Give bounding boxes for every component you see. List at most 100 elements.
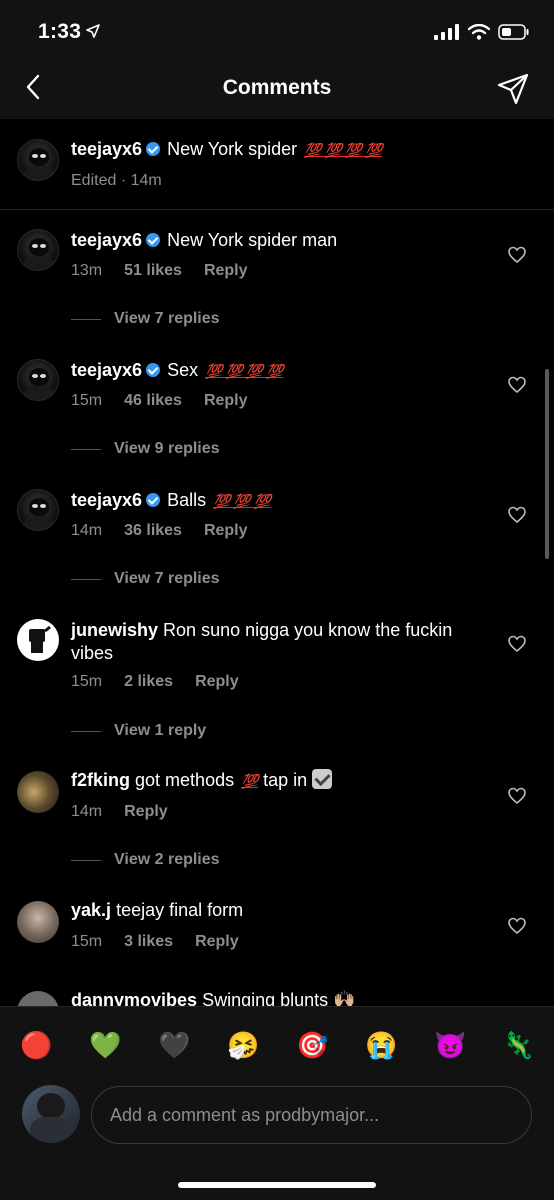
view-replies-button[interactable]: View 7 replies	[71, 310, 220, 328]
scrollbar[interactable]	[545, 369, 549, 559]
comment-input-container[interactable]	[91, 1086, 532, 1144]
comment-time: 14m	[71, 522, 103, 539]
avatar[interactable]	[17, 991, 59, 1006]
heart-icon[interactable]	[508, 787, 526, 805]
reply-button[interactable]: Reply	[195, 673, 239, 691]
emoji-smiling-devil[interactable]: 😈	[434, 1029, 466, 1061]
view-replies-button[interactable]: View 7 replies	[71, 570, 220, 588]
avatar[interactable]	[17, 139, 59, 181]
reply-button[interactable]: Reply	[124, 803, 168, 821]
comment-meta: 13m 51 likes Reply	[71, 262, 248, 280]
reply-button[interactable]: Reply	[204, 392, 248, 410]
username[interactable]: teejayx6	[71, 360, 142, 380]
comment-text: teejay final form	[116, 900, 244, 920]
view-replies-button[interactable]: View 9 replies	[71, 440, 220, 458]
reply-button[interactable]: Reply	[195, 933, 239, 951]
heart-icon[interactable]	[508, 506, 526, 524]
caption-meta: Edited · 14m	[71, 172, 162, 190]
likes-count[interactable]: 36 likes	[124, 522, 182, 540]
caption-text: teejayx6 New York spider 💯 💯 💯 💯	[71, 138, 484, 162]
likes-count[interactable]: 51 likes	[124, 262, 182, 280]
hundred-emoji: 💯 💯 💯 💯	[304, 142, 383, 158]
likes-count[interactable]: 46 likes	[124, 392, 182, 410]
view-replies-label: View 2 replies	[114, 851, 220, 868]
reply-button[interactable]: Reply	[204, 262, 248, 280]
emoji-green-heart[interactable]: 💚	[89, 1029, 121, 1061]
comment-input[interactable]	[92, 1087, 531, 1143]
emoji-red-circle[interactable]: 🔴	[20, 1029, 52, 1061]
comment-text-2: tap in	[263, 770, 308, 790]
username[interactable]: junewishy	[71, 620, 158, 640]
comment-text-line: yak.j teejay final form	[71, 899, 484, 922]
comment-text: Balls	[167, 490, 207, 510]
signal-icon	[434, 24, 459, 40]
likes-count[interactable]: 3 likes	[124, 933, 173, 951]
caption: teejayx6 New York spider 💯 💯 💯 💯 Edited …	[0, 119, 554, 210]
username[interactable]: yak.j	[71, 900, 111, 920]
avatar[interactable]	[17, 489, 59, 531]
emoji-lizard[interactable]: 🦎	[502, 1029, 534, 1061]
share-button[interactable]	[496, 72, 530, 106]
likes-count[interactable]: 2 likes	[124, 673, 173, 691]
comment-text: Sex	[167, 360, 199, 380]
comment-text-line: teejayx6 New York spider man	[71, 229, 484, 252]
avatar[interactable]	[17, 229, 59, 271]
comment-text-line: teejayx6 Balls 💯 💯 💯	[71, 489, 484, 513]
username[interactable]: teejayx6	[71, 230, 142, 250]
hundred-emoji: 💯 💯 💯	[213, 493, 271, 509]
comment-time: 13m	[71, 262, 103, 279]
status-bar: 1:33	[0, 0, 554, 62]
avatar[interactable]	[17, 619, 59, 661]
status-time: 1:33	[38, 20, 82, 43]
username[interactable]: f2fking	[71, 770, 130, 790]
view-replies-label: View 7 replies	[114, 570, 220, 587]
avatar[interactable]	[17, 771, 59, 813]
home-indicator[interactable]	[178, 1182, 376, 1188]
username[interactable]: dannymovibes	[71, 990, 197, 1006]
comment-meta: 15m 46 likes Reply	[71, 392, 248, 410]
avatar[interactable]	[17, 359, 59, 401]
emoji-crying-face[interactable]: 😭	[365, 1029, 397, 1061]
battery-icon	[498, 24, 529, 40]
comment-text: New York spider man	[167, 230, 338, 250]
verified-badge-icon	[146, 363, 161, 377]
fist-logo-icon	[18, 620, 58, 660]
comment-time: 15m	[71, 673, 103, 690]
comment-text: New York spider	[167, 139, 298, 159]
comment-time: 15m	[71, 392, 103, 409]
comment-text-line: junewishy Ron suno nigga you know the fu…	[71, 619, 484, 665]
heart-icon[interactable]	[508, 635, 526, 653]
view-replies-button[interactable]: View 1 reply	[71, 722, 206, 740]
comment-text-line: f2fking got methods 💯 tap in	[71, 769, 484, 793]
verified-badge-icon	[146, 142, 161, 156]
view-replies-label: View 9 replies	[114, 440, 220, 457]
reply-button[interactable]: Reply	[204, 522, 248, 540]
heart-icon[interactable]	[508, 246, 526, 264]
username[interactable]: teejayx6	[71, 490, 142, 510]
username[interactable]: teejayx6	[71, 139, 142, 159]
comment-meta: 15m 3 likes Reply	[71, 933, 239, 951]
header: Comments	[0, 62, 554, 119]
comments-list[interactable]: teejayx6 New York spider 💯 💯 💯 💯 Edited …	[0, 119, 554, 1006]
location-arrow-icon	[86, 24, 100, 43]
verified-badge-icon	[146, 493, 161, 507]
avatar[interactable]	[17, 901, 59, 943]
emoji-black-heart[interactable]: 🖤	[158, 1029, 190, 1061]
heart-icon[interactable]	[508, 376, 526, 394]
comment-time: 15m	[71, 933, 103, 950]
comment-text: Swinging blunts 🙌🏼	[202, 990, 356, 1006]
wifi-icon	[468, 24, 490, 40]
comment-meta: 15m 2 likes Reply	[71, 673, 239, 691]
view-replies-label: View 7 replies	[114, 310, 220, 327]
edited-timestamp: Edited · 14m	[71, 172, 162, 189]
status-indicators	[434, 24, 530, 40]
comment-meta: 14m 36 likes Reply	[71, 522, 248, 540]
emoji-direct-hit[interactable]: 🎯	[296, 1029, 328, 1061]
current-user-avatar[interactable]	[22, 1085, 80, 1143]
emoji-quick-bar: 🔴 💚 🖤 🤧 🎯 😭 😈 🦎	[0, 1006, 554, 1082]
heart-icon[interactable]	[508, 917, 526, 935]
emoji-sneezing-face[interactable]: 🤧	[227, 1029, 259, 1061]
hundred-emoji: 💯	[241, 773, 259, 789]
page-title: Comments	[222, 76, 332, 99]
view-replies-button[interactable]: View 2 replies	[71, 851, 220, 869]
